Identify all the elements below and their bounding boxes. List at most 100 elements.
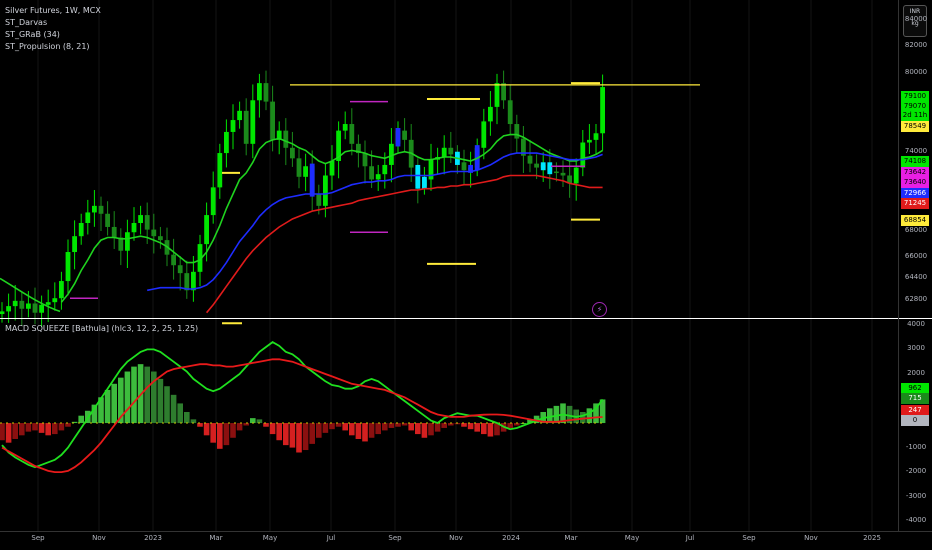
macd-histogram-bar <box>217 423 223 449</box>
candle-body <box>171 254 176 266</box>
macd-histogram-bar <box>481 423 487 435</box>
candle-body <box>0 311 5 315</box>
macd-histogram-bar <box>467 423 474 430</box>
macd-histogram-bar <box>434 423 441 432</box>
price-marker: 71245 <box>901 198 929 209</box>
price-tick: 64400 <box>904 273 928 282</box>
candle-body <box>283 130 289 148</box>
indicator-propulsion[interactable]: ST_Propulsion (8, 21) <box>5 42 90 52</box>
macd-histogram-bar <box>428 423 434 436</box>
time-tick: Nov <box>449 534 463 542</box>
macd-tick: 4000 <box>907 319 925 328</box>
time-tick: Jul <box>326 534 336 542</box>
lightning-icon[interactable]: ⚡ <box>592 302 607 317</box>
candle-body <box>587 139 592 143</box>
candle-body <box>204 215 209 245</box>
time-tick: Sep <box>742 534 756 542</box>
macd-histogram-bar <box>487 423 494 437</box>
macd-histogram-bar <box>203 423 210 436</box>
candle-body <box>138 215 143 223</box>
candle-body <box>448 147 454 155</box>
candle-body <box>39 304 44 313</box>
candle-body <box>316 193 322 206</box>
candle-body <box>375 174 381 180</box>
macd-histogram-bar <box>157 378 164 424</box>
macd-histogram-bar <box>78 415 84 424</box>
candle-body <box>600 87 605 134</box>
candle-body <box>507 100 513 125</box>
macd-tick: -3000 <box>905 491 927 500</box>
macd-histogram-bar <box>296 423 302 453</box>
macd-histogram-bar <box>197 423 203 427</box>
candle-body <box>296 158 302 177</box>
time-tick: May <box>262 534 278 542</box>
macd-histogram-bar <box>58 423 65 431</box>
candle-body <box>32 303 38 313</box>
macd-histogram-bar <box>349 423 355 436</box>
macd-histogram-bar <box>19 423 25 436</box>
macd-histogram-bar <box>283 423 289 446</box>
candle-body <box>26 303 31 309</box>
candle-body <box>224 131 229 154</box>
macd-histogram-bar <box>236 423 243 431</box>
candle-body <box>217 153 223 188</box>
candle-body <box>514 124 520 139</box>
grid <box>37 0 873 531</box>
candle-body <box>481 121 487 148</box>
chart-canvas <box>0 0 932 532</box>
time-tick: Sep <box>31 534 45 542</box>
price-marker: 78549 <box>901 121 929 132</box>
time-tick: Sep <box>388 534 402 542</box>
macd-tick: 3000 <box>907 344 925 353</box>
macd-histogram-bar <box>395 423 401 427</box>
macd-histogram-bar <box>335 423 342 427</box>
macd-histogram-bar <box>223 423 230 446</box>
time-tick: Nov <box>804 534 818 542</box>
time-tick: 2023 <box>144 534 162 542</box>
macd-histogram-bar <box>12 423 18 439</box>
macd-histogram-bar <box>408 423 414 431</box>
time-tick: Jul <box>685 534 695 542</box>
time-tick: Nov <box>92 534 106 542</box>
macd-histogram-bar <box>507 423 513 428</box>
macd-histogram-bar <box>362 423 368 442</box>
time-tick: Mar <box>564 534 578 542</box>
time-tick: May <box>624 534 640 542</box>
macd-histogram-bar <box>190 419 197 424</box>
macd-histogram-bar <box>342 423 348 431</box>
macd-histogram-bar <box>474 423 480 432</box>
macd-histogram-bar <box>144 366 150 424</box>
candle-body <box>342 124 348 131</box>
candle-body <box>534 163 539 168</box>
candle-body <box>290 147 295 159</box>
time-tick: Mar <box>209 534 223 542</box>
price-tick: 80000 <box>904 67 928 76</box>
candle-body <box>382 164 388 175</box>
candle-body <box>270 101 275 140</box>
symbol-title[interactable]: Silver Futures, 1W, MCX <box>5 6 101 16</box>
macd-histogram-bar <box>177 403 183 424</box>
macd-histogram-bar <box>329 423 335 430</box>
candle-body <box>580 142 586 168</box>
macd-tick: 2000 <box>907 368 925 377</box>
macd-title[interactable]: MACD SQUEEZE [Bathula] (hlc3, 12, 2, 25,… <box>5 324 198 334</box>
indicator-darvas[interactable]: ST_Darvas <box>5 18 47 28</box>
macd-histogram-bar <box>124 371 131 424</box>
macd-histogram-bar <box>421 423 428 438</box>
macd-histogram-bar <box>322 423 329 433</box>
candle-body <box>12 300 18 307</box>
macd-histogram-bar <box>302 423 309 451</box>
candle-highlight <box>395 127 401 147</box>
price-tick: 62800 <box>904 294 928 303</box>
candle-body <box>369 166 374 180</box>
candle-body <box>362 153 368 167</box>
macd-histogram-bar <box>263 423 269 427</box>
indicator-grab[interactable]: ST_GRaB (34) <box>5 30 60 40</box>
candle-body <box>72 236 77 253</box>
macd-marker: 715 <box>901 393 929 404</box>
candle-body <box>92 205 97 213</box>
macd-pane <box>0 341 606 473</box>
macd-histogram-bar <box>269 423 276 435</box>
macd-histogram-bar <box>230 423 236 438</box>
macd-histogram-bar <box>375 423 381 435</box>
